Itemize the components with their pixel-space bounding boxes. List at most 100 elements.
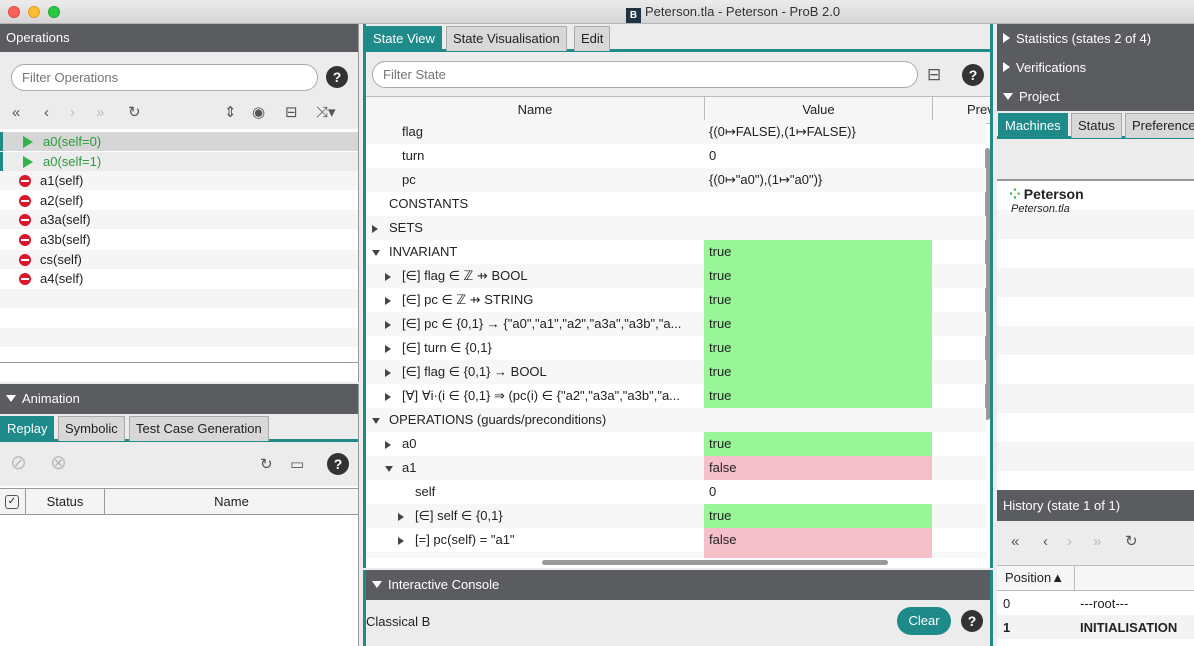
verifications-header[interactable]: Verifications [997,53,1194,82]
collapse-icon[interactable]: ⊟ [285,104,298,122]
collapse-arrow-icon [6,395,16,402]
expand-arrow-icon[interactable] [385,369,391,377]
select-all-checkbox[interactable]: ✓ [5,495,19,509]
reload-icon[interactable]: ↻ [128,104,141,122]
fast-backward-icon[interactable]: « [12,104,20,122]
close-window-button[interactable] [8,6,20,18]
eye-icon[interactable]: ◉ [252,104,265,122]
operations-panel: Operations ? « ‹ › » ↻ ⇕ ◉ ⊟ ⤨▾ a0(self=… [0,24,359,382]
state-row[interactable]: turn 0 [366,144,986,168]
expand-arrow-icon[interactable] [385,441,391,449]
help-icon[interactable]: ? [327,453,349,475]
expand-arrow-icon[interactable] [385,273,391,281]
position-column-header[interactable]: Position▲ [997,566,1075,590]
expand-arrow-icon[interactable] [385,321,391,329]
state-row-name: [∈] pc ∈ ℤ ⇸ STRING [402,292,534,307]
animation-header[interactable]: Animation [0,384,358,414]
tab-status[interactable]: Status [1071,113,1122,138]
state-row[interactable]: flag {(0↦FALSE),(1↦FALSE)} [366,120,986,144]
state-row[interactable]: CONSTANTS [366,192,986,216]
collapse-arrow-icon[interactable] [372,250,380,256]
back-icon[interactable]: ‹ [44,104,49,122]
help-icon[interactable]: ? [961,610,983,632]
console-language-label: Classical B [366,614,431,629]
help-icon[interactable]: ? [326,66,348,88]
expand-arrow-icon[interactable] [398,537,404,545]
expand-arrow-icon[interactable] [385,393,391,401]
sort-icon[interactable]: ⇕ [224,104,237,122]
horizontal-scrollbar[interactable] [542,560,888,565]
console-header[interactable]: Interactive Console [366,570,990,600]
project-header[interactable]: Project [997,82,1194,111]
minimize-window-button[interactable] [28,6,40,18]
operation-item[interactable]: a3a(self) [0,210,358,230]
tab-replay[interactable]: Replay [0,416,55,441]
collapse-arrow-icon[interactable] [372,418,380,424]
tab-state-view[interactable]: State View [366,26,442,51]
state-row[interactable]: [∈] pc ∈ {0,1} → {"a0","a1","a2","a3a","… [366,312,986,336]
collapse-arrow-icon[interactable] [385,466,393,472]
expand-arrow-icon[interactable] [385,345,391,353]
folder-icon[interactable]: ▭ [290,456,304,474]
history-row[interactable]: 1 INITIALISATION [997,615,1194,639]
operation-item[interactable]: a2(self) [0,191,358,210]
operation-item[interactable]: a0(self=1) [0,151,358,171]
operation-item[interactable]: a1(self) [0,171,358,191]
state-row[interactable]: self 0 [366,480,986,504]
help-icon[interactable]: ? [962,64,984,86]
state-row-name: self [415,484,436,499]
state-row[interactable]: [=] pc(self) = "a1" false [366,528,986,552]
operation-item[interactable]: cs(self) [0,249,358,269]
state-row[interactable]: [∈] flag ∈ ℤ ⇸ BOOL true [366,264,986,288]
state-row[interactable]: OPERATIONS (guards/preconditions) [366,408,986,432]
tab-machines[interactable]: Machines [998,113,1068,138]
expand-arrow-icon[interactable] [385,297,391,305]
state-row[interactable]: [∈] pc ∈ ℤ ⇸ STRING true [366,288,986,312]
operation-item[interactable]: a0(self=0) [0,132,358,151]
forward-icon[interactable]: › [1067,533,1072,551]
reload-icon[interactable]: ↻ [260,456,273,474]
collapse-all-icon[interactable]: ⊟ [927,66,941,84]
state-row[interactable]: [∈] turn ∈ {0,1} true [366,336,986,360]
state-row-value: false [704,456,932,480]
zoom-window-button[interactable] [48,6,60,18]
history-row[interactable]: 0 ---root--- [997,591,1194,615]
reload-icon[interactable]: ↻ [1125,533,1138,551]
back-icon[interactable]: ‹ [1043,533,1048,551]
status-column-header[interactable]: Status [25,489,105,514]
fast-forward-icon[interactable]: » [96,104,104,122]
filter-operations-input[interactable] [11,64,318,91]
check-icon[interactable]: ⊘ [10,453,27,473]
expand-arrow-icon[interactable] [372,225,378,233]
tab-test-case-generation[interactable]: Test Case Generation [129,416,269,441]
forward-icon[interactable]: › [70,104,75,122]
state-row[interactable]: [∈] self ∈ {0,1} true [366,504,986,528]
name-column-header[interactable]: Name [105,489,358,514]
machine-item[interactable]: ⁘ Peterson [1009,186,1084,203]
tab-symbolic[interactable]: Symbolic [58,416,125,441]
operation-item[interactable]: a4(self) [0,269,358,288]
operations-header: Operations [0,24,358,52]
state-row[interactable]: SETS [366,216,986,240]
state-row[interactable]: INVARIANT true [366,240,986,264]
fast-backward-icon[interactable]: « [1011,533,1019,551]
clear-button[interactable]: Clear [897,607,951,635]
statistics-header[interactable]: Statistics (states 2 of 4) [997,24,1194,53]
tab-preferences[interactable]: Preferences [1125,113,1194,138]
expand-arrow-icon[interactable] [398,513,404,521]
state-row[interactable]: [∀] ∀i·(i ∈ {0,1} ⇒ (pc(i) ∈ {"a2","a3a"… [366,384,986,408]
title-bar: B Peterson.tla - Peterson - ProB 2.0 [0,0,1194,24]
state-row[interactable]: pc {(0↦"a0"),(1↦"a0")} [366,168,986,192]
state-row[interactable]: [∈] flag ∈ {0,1} → BOOL true [366,360,986,384]
tab-state-visualisation[interactable]: State Visualisation [446,26,567,51]
tab-edit[interactable]: Edit [574,26,611,51]
state-row-name: turn [402,148,425,163]
random-icon[interactable]: ⤨▾ [316,104,336,122]
state-row-name: [=] pc(self) = "a1" [415,532,515,547]
state-row[interactable]: a0 true [366,432,986,456]
operation-item[interactable]: a3b(self) [0,230,358,249]
filter-state-input[interactable] [372,61,918,88]
state-row[interactable]: a1 false [366,456,986,480]
fast-forward-icon[interactable]: » [1093,533,1101,551]
cancel-icon[interactable]: ⊗ [50,453,67,473]
